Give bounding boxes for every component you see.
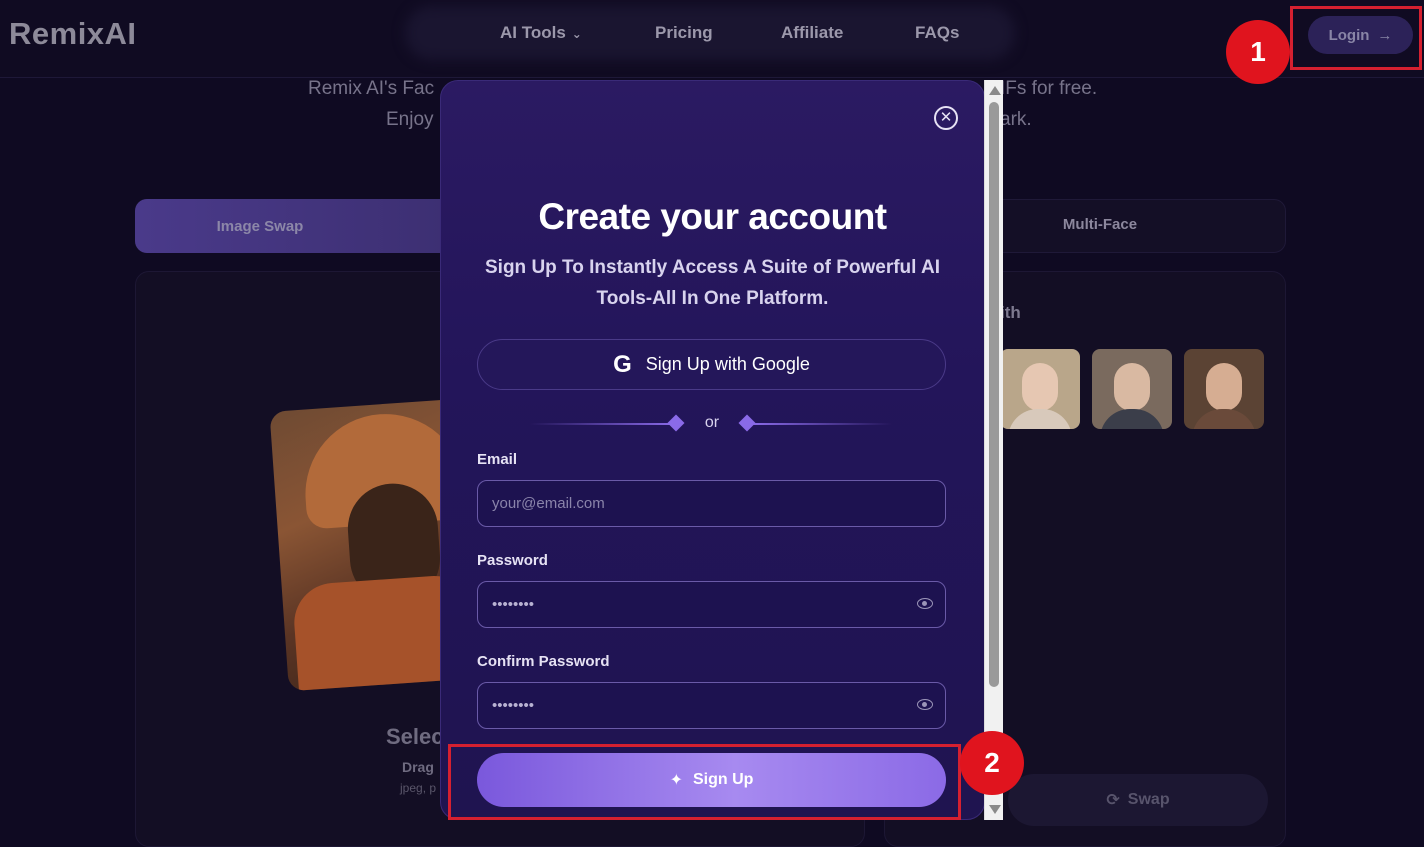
password-label: Password [477, 552, 548, 569]
file-types-fragment: jpeg, p [400, 781, 437, 795]
swap-icon: ⟳ [1106, 792, 1120, 809]
email-field[interactable] [492, 481, 902, 526]
chevron-down-icon: ⌄ [571, 27, 582, 41]
nav-faqs[interactable]: FAQs [915, 23, 959, 43]
thumb-face [1206, 363, 1242, 411]
close-icon[interactable]: ✕ [934, 106, 958, 130]
hero-text-fragment: Enjoy [386, 109, 434, 130]
password-field-wrapper [477, 581, 946, 628]
hero-text-fragment: IFs for free. [1000, 78, 1098, 99]
eye-icon[interactable] [917, 699, 933, 710]
modal-subtitle: Sign Up To Instantly Access A Suite of P… [485, 257, 940, 309]
nav-pricing[interactable]: Pricing [655, 23, 713, 43]
divider-left [530, 423, 675, 425]
google-signup-button[interactable]: G Sign Up with Google [477, 339, 946, 390]
thumb-face [1114, 363, 1150, 411]
eye-icon[interactable] [917, 598, 933, 609]
nav-ai-tools[interactable]: AI Tools ⌄ [500, 23, 582, 43]
google-icon: G [613, 350, 632, 378]
nav-affiliate[interactable]: Affiliate [781, 23, 843, 43]
scroll-down-arrow-icon[interactable] [989, 805, 1001, 814]
nav-ai-tools-label: AI Tools [500, 23, 566, 42]
callout-highlight-login [1290, 6, 1422, 70]
select-text-fragment: Selec [386, 724, 444, 749]
thumb-face [1022, 363, 1058, 411]
scroll-thumb[interactable] [989, 102, 999, 687]
swap-button[interactable]: ⟳ Swap [1008, 774, 1268, 826]
confirm-password-field-wrapper [477, 682, 946, 729]
logo[interactable]: RemixAI [9, 16, 137, 52]
hero-text-fragment: Remix AI's Fac [308, 78, 435, 99]
drag-text-fragment: Drag [402, 759, 434, 775]
divider-right [752, 423, 892, 425]
hero-text-fragment: ark. [1000, 109, 1032, 130]
face-thumbnail[interactable] [1184, 349, 1264, 429]
google-signup-label: Sign Up with Google [645, 354, 810, 374]
password-field[interactable] [492, 582, 902, 627]
confirm-password-label: Confirm Password [477, 653, 610, 670]
email-label: Email [477, 451, 518, 468]
face-thumbnail[interactable] [1000, 349, 1080, 429]
top-header: RemixAI AI Tools ⌄ Pricing Affiliate FAQs… [0, 0, 1424, 78]
confirm-password-field[interactable] [492, 683, 902, 728]
scroll-up-arrow-icon[interactable] [989, 86, 1001, 95]
face-thumbnail[interactable] [1092, 349, 1172, 429]
tab-image-swap-label: Image Swap [216, 217, 304, 235]
callout-badge-1: 1 [1226, 20, 1290, 84]
tab-multi-face[interactable]: Multi-Face [1020, 216, 1180, 233]
email-field-wrapper [477, 480, 946, 527]
or-divider-text: or [704, 414, 720, 431]
panel-heading-fragment: ith [1000, 303, 1021, 322]
modal-scrollbar[interactable] [984, 80, 1003, 820]
callout-highlight-signup [448, 744, 961, 820]
callout-badge-2: 2 [960, 731, 1024, 795]
modal-title: Create your account [538, 196, 887, 237]
swap-label: Swap [1127, 791, 1170, 808]
